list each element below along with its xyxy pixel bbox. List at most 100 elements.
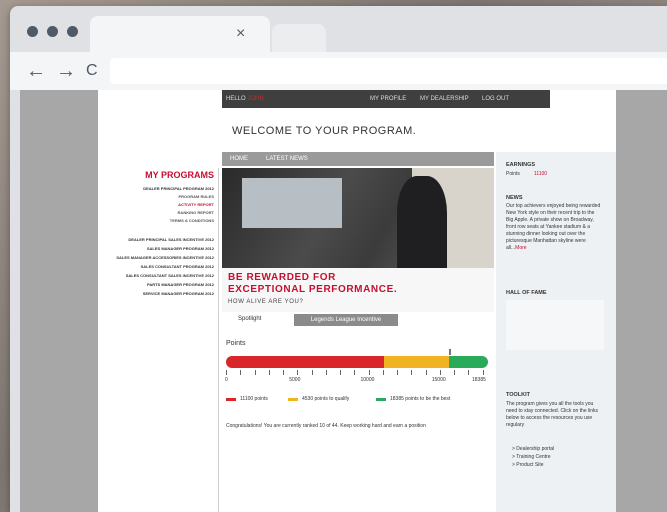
legend-swatch-green bbox=[376, 397, 386, 401]
program-page: HELLO JOHN MY PROFILE MY DEALERSHIP LOG … bbox=[98, 90, 616, 512]
browser-window: × ← → C HELLO JOHN MY PROFILE MY DEALERS… bbox=[10, 6, 667, 512]
tagline-line2: EXCEPTIONAL PERFORMANCE. bbox=[228, 284, 398, 295]
program-link[interactable]: TERMS & CONDITIONS bbox=[170, 218, 214, 223]
news-text: Our top achievers enjoyed being rewarded… bbox=[506, 203, 601, 251]
hero-image bbox=[222, 168, 494, 268]
tab-legends-league[interactable]: Legends League Incentive bbox=[294, 314, 398, 326]
user-name: JOHN bbox=[247, 96, 264, 102]
reload-icon[interactable]: C bbox=[86, 62, 98, 80]
axis-tick bbox=[311, 370, 313, 375]
tagline-line3: HOW ALIVE ARE YOU? bbox=[228, 299, 304, 305]
axis-tick-label: 18385 bbox=[472, 377, 486, 383]
legend-qualify: 4530 points to qualify bbox=[288, 396, 349, 402]
sub-navigation: HOME LATEST NEWS bbox=[222, 152, 494, 166]
forward-arrow-icon[interactable]: → bbox=[56, 60, 76, 83]
nav-my-profile[interactable]: MY PROFILE bbox=[370, 96, 406, 102]
program-link[interactable]: PARTS MANAGER PROGRAM 2012 bbox=[147, 282, 214, 287]
legend-current-text: 11100 points bbox=[240, 396, 268, 402]
program-link[interactable]: SERVICE MANAGER PROGRAM 2012 bbox=[143, 291, 214, 296]
axis-tick-label: 15000 bbox=[431, 377, 446, 383]
subnav-latest-news[interactable]: LATEST NEWS bbox=[266, 156, 308, 162]
points-progress-bar bbox=[226, 356, 488, 368]
toolkit-text: The program gives you all the tools you … bbox=[506, 401, 598, 428]
program-link[interactable]: RANKING REPORT bbox=[178, 210, 214, 215]
hero-tagline: BE REWARDED FOR EXCEPTIONAL PERFORMANCE.… bbox=[222, 268, 494, 312]
points-axis bbox=[226, 370, 488, 378]
nav-log-out[interactable]: LOG OUT bbox=[482, 96, 509, 102]
legend-best-text: 18385 points to be the best bbox=[390, 396, 451, 402]
axis-tick bbox=[283, 370, 284, 375]
user-topbar: HELLO JOHN MY PROFILE MY DEALERSHIP LOG … bbox=[222, 90, 550, 108]
link-product-site[interactable]: > Product Site bbox=[512, 462, 544, 469]
points-to-qualify-segment bbox=[384, 356, 449, 368]
program-link[interactable]: SALES CONSULTANT SALES INCENTIVE 2012 bbox=[126, 273, 214, 278]
axis-tick bbox=[226, 370, 227, 375]
axis-tick-label: 5000 bbox=[289, 377, 301, 383]
car-window bbox=[242, 178, 342, 228]
axis-tick bbox=[482, 370, 484, 375]
hall-of-fame-panel bbox=[506, 300, 604, 350]
axis-tick bbox=[368, 370, 370, 375]
legend-qualify-text: 4530 points to qualify bbox=[302, 396, 350, 402]
axis-tick bbox=[439, 370, 441, 375]
close-icon[interactable]: × bbox=[236, 25, 245, 43]
toolkit-title: TOOLKIT bbox=[506, 392, 531, 398]
points-to-best-segment bbox=[448, 356, 488, 368]
points-heading: Points bbox=[226, 340, 246, 347]
program-link[interactable]: DEALER PRINCIPAL PROGRAM 2012 bbox=[143, 186, 214, 191]
back-arrow-icon[interactable]: ← bbox=[26, 60, 46, 83]
points-earned-segment bbox=[226, 356, 385, 368]
page-title: WELCOME TO YOUR PROGRAM. bbox=[232, 125, 417, 137]
axis-tick bbox=[382, 370, 384, 375]
hall-of-fame-title: HALL OF FAME bbox=[506, 290, 547, 296]
hello-label: HELLO JOHN bbox=[226, 96, 264, 102]
program-link[interactable]: SALES MANAGER ACCESSORIES INCENTIVE 2012 bbox=[116, 255, 214, 260]
rank-message: Congratulations! You are currently ranke… bbox=[226, 423, 426, 429]
content-tabs: Spotlight Legends League Incentive bbox=[222, 314, 494, 326]
new-tab-button[interactable] bbox=[272, 24, 326, 52]
legend-swatch-red bbox=[226, 397, 236, 401]
tab-spotlight[interactable]: Spotlight bbox=[238, 316, 261, 322]
axis-tick bbox=[297, 370, 299, 375]
nav-my-dealership[interactable]: MY DEALERSHIP bbox=[420, 96, 469, 102]
earnings-label: Points bbox=[506, 171, 520, 177]
earnings-value: 11100 bbox=[533, 171, 548, 177]
current-points-marker bbox=[448, 349, 451, 355]
axis-tick bbox=[340, 370, 341, 375]
axis-tick bbox=[325, 370, 327, 375]
axis-tick bbox=[354, 370, 356, 375]
window-controls bbox=[27, 26, 78, 37]
maximize-window-dot[interactable] bbox=[67, 26, 78, 37]
axis-tick bbox=[254, 370, 256, 375]
axis-tick bbox=[411, 370, 413, 375]
hello-text: HELLO bbox=[226, 96, 246, 102]
axis-tick bbox=[268, 370, 270, 375]
sidebar-divider bbox=[218, 168, 219, 512]
businessman-figure bbox=[397, 176, 447, 268]
news-more-link[interactable]: More bbox=[515, 245, 526, 251]
axis-tick-label: 10000 bbox=[360, 377, 375, 383]
subnav-home[interactable]: HOME bbox=[230, 156, 248, 162]
link-training-centre[interactable]: > Training Centre bbox=[512, 454, 551, 461]
axis-tick bbox=[397, 370, 398, 375]
address-bar[interactable] bbox=[110, 58, 667, 84]
news-title: NEWS bbox=[506, 195, 523, 201]
axis-tick bbox=[425, 370, 427, 375]
legend-best: 18385 points to be the best bbox=[376, 396, 450, 402]
earnings-row: Points 11100 bbox=[506, 171, 547, 178]
axis-tick bbox=[240, 370, 242, 375]
axis-tick bbox=[454, 370, 455, 375]
right-sidebar: EARNINGS Points 11100 NEWS Our top achiev… bbox=[496, 152, 616, 512]
program-link[interactable]: DEALER PRINCIPAL SALES INCENTIVE 2012 bbox=[128, 237, 214, 242]
axis-tick-label: 0 bbox=[225, 377, 228, 383]
program-link[interactable]: SALES CONSULTANT PROGRAM 2012 bbox=[141, 264, 214, 269]
programs-title: MY PROGRAMS bbox=[145, 170, 214, 180]
link-dealership-portal[interactable]: > Dealership portal bbox=[512, 446, 554, 453]
programs-sidebar: MY PROGRAMS DEALER PRINCIPAL PROGRAM 201… bbox=[98, 168, 216, 512]
program-link[interactable]: PROGRAM RULES bbox=[178, 194, 214, 199]
tagline-line1: BE REWARDED FOR bbox=[228, 272, 336, 283]
close-window-dot[interactable] bbox=[27, 26, 38, 37]
minimize-window-dot[interactable] bbox=[47, 26, 58, 37]
program-link[interactable]: ACTIVITY REPORT bbox=[178, 202, 214, 207]
program-link[interactable]: SALES MANAGER PROGRAM 2012 bbox=[147, 246, 214, 251]
